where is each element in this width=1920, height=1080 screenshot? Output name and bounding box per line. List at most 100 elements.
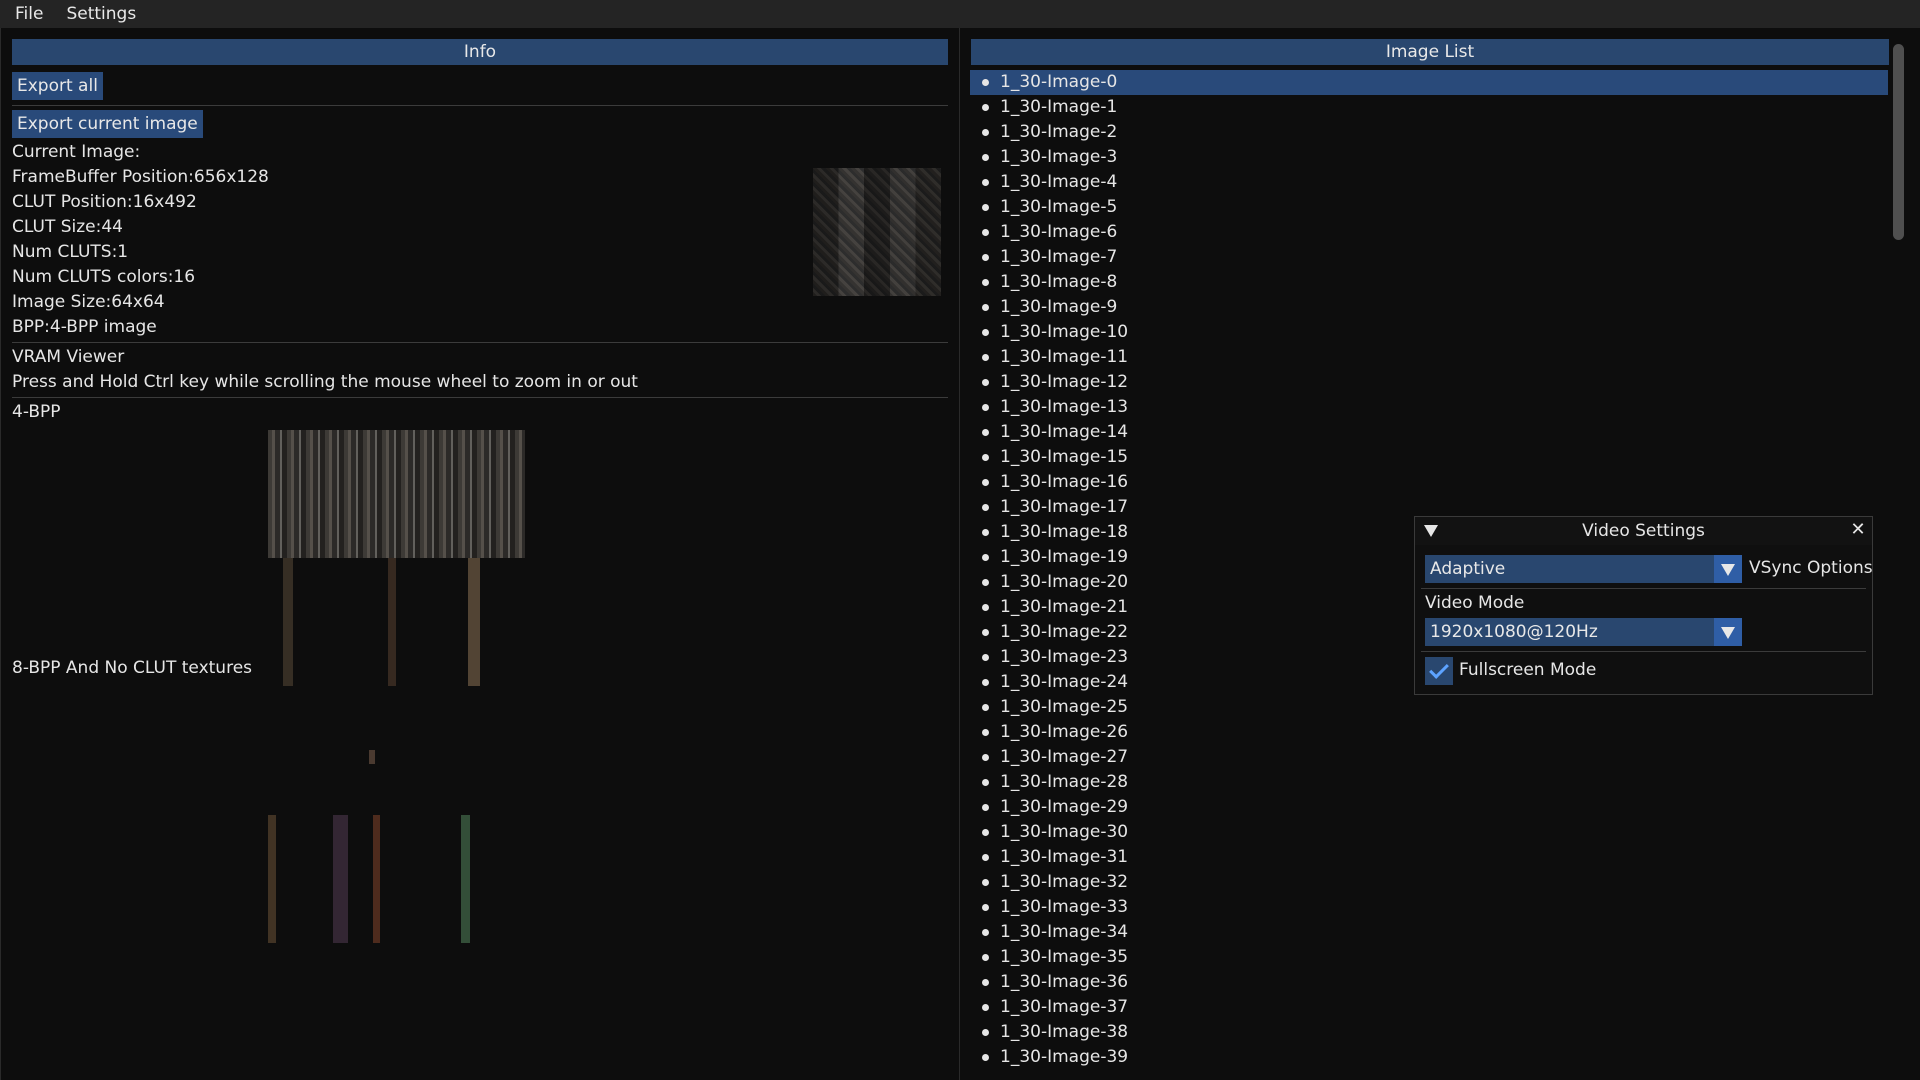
image-list-item-label: 1_30-Image-30 — [1000, 822, 1129, 842]
image-list-item[interactable]: 1_30-Image-39 — [970, 1045, 1888, 1070]
image-list-item-label: 1_30-Image-39 — [1000, 1047, 1129, 1067]
menu-bar: File Settings — [0, 0, 1920, 29]
num-clut-colors: Num CLUTS colors:16 — [12, 267, 196, 287]
vsync-combo[interactable]: Adaptive — [1425, 555, 1742, 583]
close-icon[interactable]: ✕ — [1849, 521, 1867, 539]
bullet-icon — [982, 429, 989, 436]
fullscreen-label: Fullscreen Mode — [1459, 660, 1597, 680]
image-list-item[interactable]: 1_30-Image-6 — [970, 220, 1888, 245]
label-8bpp: 8-BPP And No CLUT textures — [12, 658, 253, 678]
image-list-item[interactable]: 1_30-Image-34 — [970, 920, 1888, 945]
bullet-icon — [982, 204, 989, 211]
image-list-item[interactable]: 1_30-Image-11 — [970, 345, 1888, 370]
image-list-item[interactable]: 1_30-Image-3 — [970, 145, 1888, 170]
fullscreen-checkbox[interactable] — [1425, 657, 1453, 685]
image-list-item[interactable]: 1_30-Image-10 — [970, 320, 1888, 345]
bullet-icon — [982, 529, 989, 536]
bullet-icon — [982, 679, 989, 686]
bullet-icon — [982, 504, 989, 511]
image-size: Image Size:64x64 — [12, 292, 165, 312]
image-list-item[interactable]: 1_30-Image-8 — [970, 270, 1888, 295]
image-list-item[interactable]: 1_30-Image-31 — [970, 845, 1888, 870]
image-list-item[interactable]: 1_30-Image-1 — [970, 95, 1888, 120]
image-list-item[interactable]: 1_30-Image-37 — [970, 995, 1888, 1020]
vram-4bpp-texture-view[interactable] — [268, 430, 525, 558]
image-list-item[interactable]: 1_30-Image-7 — [970, 245, 1888, 270]
video-settings-header[interactable]: Video Settings ✕ — [1415, 517, 1872, 545]
bullet-icon — [982, 604, 989, 611]
image-list-item-label: 1_30-Image-8 — [1000, 272, 1118, 292]
image-list-item-label: 1_30-Image-23 — [1000, 647, 1129, 667]
export-current-image-button[interactable]: Export current image — [12, 110, 203, 138]
image-list-item-label: 1_30-Image-18 — [1000, 522, 1129, 542]
vsync-value: Adaptive — [1430, 559, 1506, 579]
image-list-item[interactable]: 1_30-Image-27 — [970, 745, 1888, 770]
divider — [1421, 651, 1866, 652]
image-list-item-label: 1_30-Image-13 — [1000, 397, 1129, 417]
image-list-item[interactable]: 1_30-Image-12 — [970, 370, 1888, 395]
divider — [12, 105, 948, 106]
bullet-icon — [982, 904, 989, 911]
bullet-icon — [982, 454, 989, 461]
image-list-item-label: 1_30-Image-6 — [1000, 222, 1118, 242]
image-list-item-label: 1_30-Image-5 — [1000, 197, 1118, 217]
framebuffer-position: FrameBuffer Position:656x128 — [12, 167, 269, 187]
image-list-item[interactable]: 1_30-Image-16 — [970, 470, 1888, 495]
image-list-item-label: 1_30-Image-36 — [1000, 972, 1129, 992]
image-list-item[interactable]: 1_30-Image-15 — [970, 445, 1888, 470]
image-list-item-label: 1_30-Image-37 — [1000, 997, 1129, 1017]
image-list-item-label: 1_30-Image-7 — [1000, 247, 1118, 267]
image-list-item-label: 1_30-Image-33 — [1000, 897, 1129, 917]
bullet-icon — [982, 554, 989, 561]
image-list-item-label: 1_30-Image-38 — [1000, 1022, 1129, 1042]
image-list-item[interactable]: 1_30-Image-0 — [970, 70, 1888, 95]
image-list-item[interactable]: 1_30-Image-5 — [970, 195, 1888, 220]
bullet-icon — [982, 629, 989, 636]
bullet-icon — [982, 104, 989, 111]
image-list-item-label: 1_30-Image-20 — [1000, 572, 1129, 592]
image-list-item[interactable]: 1_30-Image-25 — [970, 695, 1888, 720]
image-list-item[interactable]: 1_30-Image-33 — [970, 895, 1888, 920]
image-list-item[interactable]: 1_30-Image-9 — [970, 295, 1888, 320]
menu-settings[interactable]: Settings — [58, 0, 144, 28]
image-list-item-label: 1_30-Image-22 — [1000, 622, 1129, 642]
image-list-item[interactable]: 1_30-Image-38 — [970, 1020, 1888, 1045]
image-list-item-label: 1_30-Image-32 — [1000, 872, 1129, 892]
image-list-item[interactable]: 1_30-Image-14 — [970, 420, 1888, 445]
bullet-icon — [982, 704, 989, 711]
bullet-icon — [982, 79, 989, 86]
image-list-item[interactable]: 1_30-Image-4 — [970, 170, 1888, 195]
clut-position: CLUT Position:16x492 — [12, 192, 197, 212]
export-all-button[interactable]: Export all — [12, 72, 103, 100]
image-list-item[interactable]: 1_30-Image-29 — [970, 795, 1888, 820]
image-list-item-label: 1_30-Image-16 — [1000, 472, 1129, 492]
image-list-item[interactable]: 1_30-Image-35 — [970, 945, 1888, 970]
chevron-down-icon[interactable] — [1714, 618, 1742, 646]
image-list-item-label: 1_30-Image-27 — [1000, 747, 1129, 767]
image-list-item[interactable]: 1_30-Image-2 — [970, 120, 1888, 145]
image-list-item[interactable]: 1_30-Image-36 — [970, 970, 1888, 995]
image-list-item[interactable]: 1_30-Image-30 — [970, 820, 1888, 845]
vram-texture-fragment — [369, 750, 375, 764]
bullet-icon — [982, 654, 989, 661]
vram-zoom-hint: Press and Hold Ctrl key while scrolling … — [12, 372, 638, 392]
menu-file[interactable]: File — [7, 0, 51, 28]
bullet-icon — [982, 729, 989, 736]
image-list-item-label: 1_30-Image-25 — [1000, 697, 1129, 717]
bullet-icon — [982, 154, 989, 161]
image-list-item[interactable]: 1_30-Image-13 — [970, 395, 1888, 420]
divider — [1421, 588, 1866, 589]
image-list-item[interactable]: 1_30-Image-26 — [970, 720, 1888, 745]
current-image-preview — [813, 168, 941, 296]
vram-8bpp-texture-view[interactable] — [268, 815, 498, 943]
image-list-item-label: 1_30-Image-2 — [1000, 122, 1118, 142]
image-list-item[interactable]: 1_30-Image-28 — [970, 770, 1888, 795]
image-list-item-label: 1_30-Image-4 — [1000, 172, 1118, 192]
chevron-down-icon[interactable] — [1714, 555, 1742, 583]
scrollbar-thumb[interactable] — [1893, 44, 1904, 240]
label-4bpp: 4-BPP — [12, 402, 61, 422]
vram-4bpp-texture-view-lower[interactable] — [268, 558, 500, 686]
image-list-item-label: 1_30-Image-29 — [1000, 797, 1129, 817]
video-mode-combo[interactable]: 1920x1080@120Hz — [1425, 618, 1742, 646]
image-list-item[interactable]: 1_30-Image-32 — [970, 870, 1888, 895]
